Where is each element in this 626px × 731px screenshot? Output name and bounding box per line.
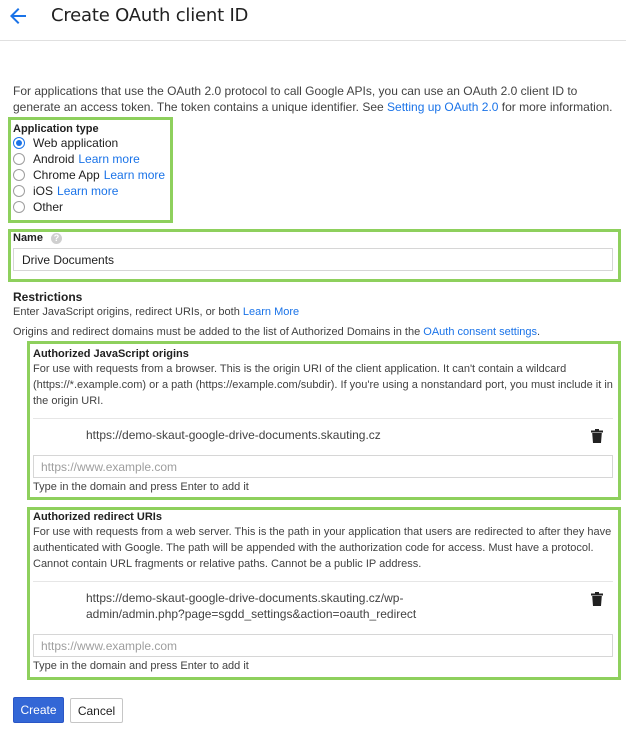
js-origin-uri: https://demo-skaut-google-drive-document…	[86, 428, 381, 442]
radio-chrome-app[interactable]: Chrome App Learn more	[13, 167, 165, 183]
radio-button[interactable]	[13, 201, 25, 213]
delete-redirect-uri-button[interactable]	[591, 592, 603, 606]
restrictions-note: Origins and redirect domains must be add…	[13, 326, 541, 338]
redirect-uris-description: For use with requests from a web server.…	[33, 526, 612, 570]
ios-learn-more-link[interactable]: Learn more	[57, 184, 118, 198]
js-origins-title: Authorized JavaScript origins	[33, 348, 189, 360]
name-input[interactable]	[13, 248, 613, 271]
js-origin-input[interactable]	[33, 455, 613, 478]
application-type-label: Application type	[13, 123, 99, 135]
restrictions-description: Enter JavaScript origins, redirect URIs,…	[13, 306, 300, 318]
restrictions-learn-more-link[interactable]: Learn More	[243, 306, 299, 318]
back-button[interactable]	[6, 4, 30, 28]
radio-button[interactable]	[13, 169, 25, 181]
name-label: Name ?	[13, 232, 62, 244]
create-button[interactable]: Create	[13, 697, 64, 723]
radio-button[interactable]	[13, 153, 25, 165]
page-title: Create OAuth client ID	[51, 5, 249, 26]
radio-ios[interactable]: iOS Learn more	[13, 183, 118, 199]
setting-up-oauth-link[interactable]: Setting up OAuth 2.0	[387, 100, 498, 114]
radio-android[interactable]: Android Learn more	[13, 151, 140, 167]
divider	[33, 581, 613, 582]
js-origin-hint: Type in the domain and press Enter to ad…	[33, 481, 249, 493]
chrome-app-learn-more-link[interactable]: Learn more	[104, 168, 165, 182]
js-origins-description: For use with requests from a browser. Th…	[33, 363, 613, 407]
radio-web-application[interactable]: Web application	[13, 135, 118, 151]
cancel-button[interactable]: Cancel	[70, 698, 123, 723]
android-learn-more-link[interactable]: Learn more	[78, 152, 139, 166]
intro-text: For applications that use the OAuth 2.0 …	[13, 84, 613, 114]
arrow-back-icon	[10, 8, 26, 24]
redirect-uris-title: Authorized redirect URIs	[33, 511, 162, 523]
help-icon[interactable]: ?	[50, 232, 62, 244]
radio-button[interactable]	[13, 185, 25, 197]
radio-button[interactable]	[13, 137, 25, 149]
radio-other[interactable]: Other	[13, 199, 63, 215]
page-header: Create OAuth client ID	[0, 0, 626, 41]
restrictions-title: Restrictions	[13, 290, 83, 304]
trash-icon	[591, 592, 603, 606]
oauth-consent-settings-link[interactable]: OAuth consent settings	[423, 326, 537, 338]
divider	[33, 418, 613, 419]
delete-js-origin-button[interactable]	[591, 429, 603, 443]
trash-icon	[591, 429, 603, 443]
redirect-uri: https://demo-skaut-google-drive-document…	[86, 591, 417, 621]
redirect-uri-hint: Type in the domain and press Enter to ad…	[33, 660, 249, 672]
redirect-uri-input[interactable]	[33, 634, 613, 657]
